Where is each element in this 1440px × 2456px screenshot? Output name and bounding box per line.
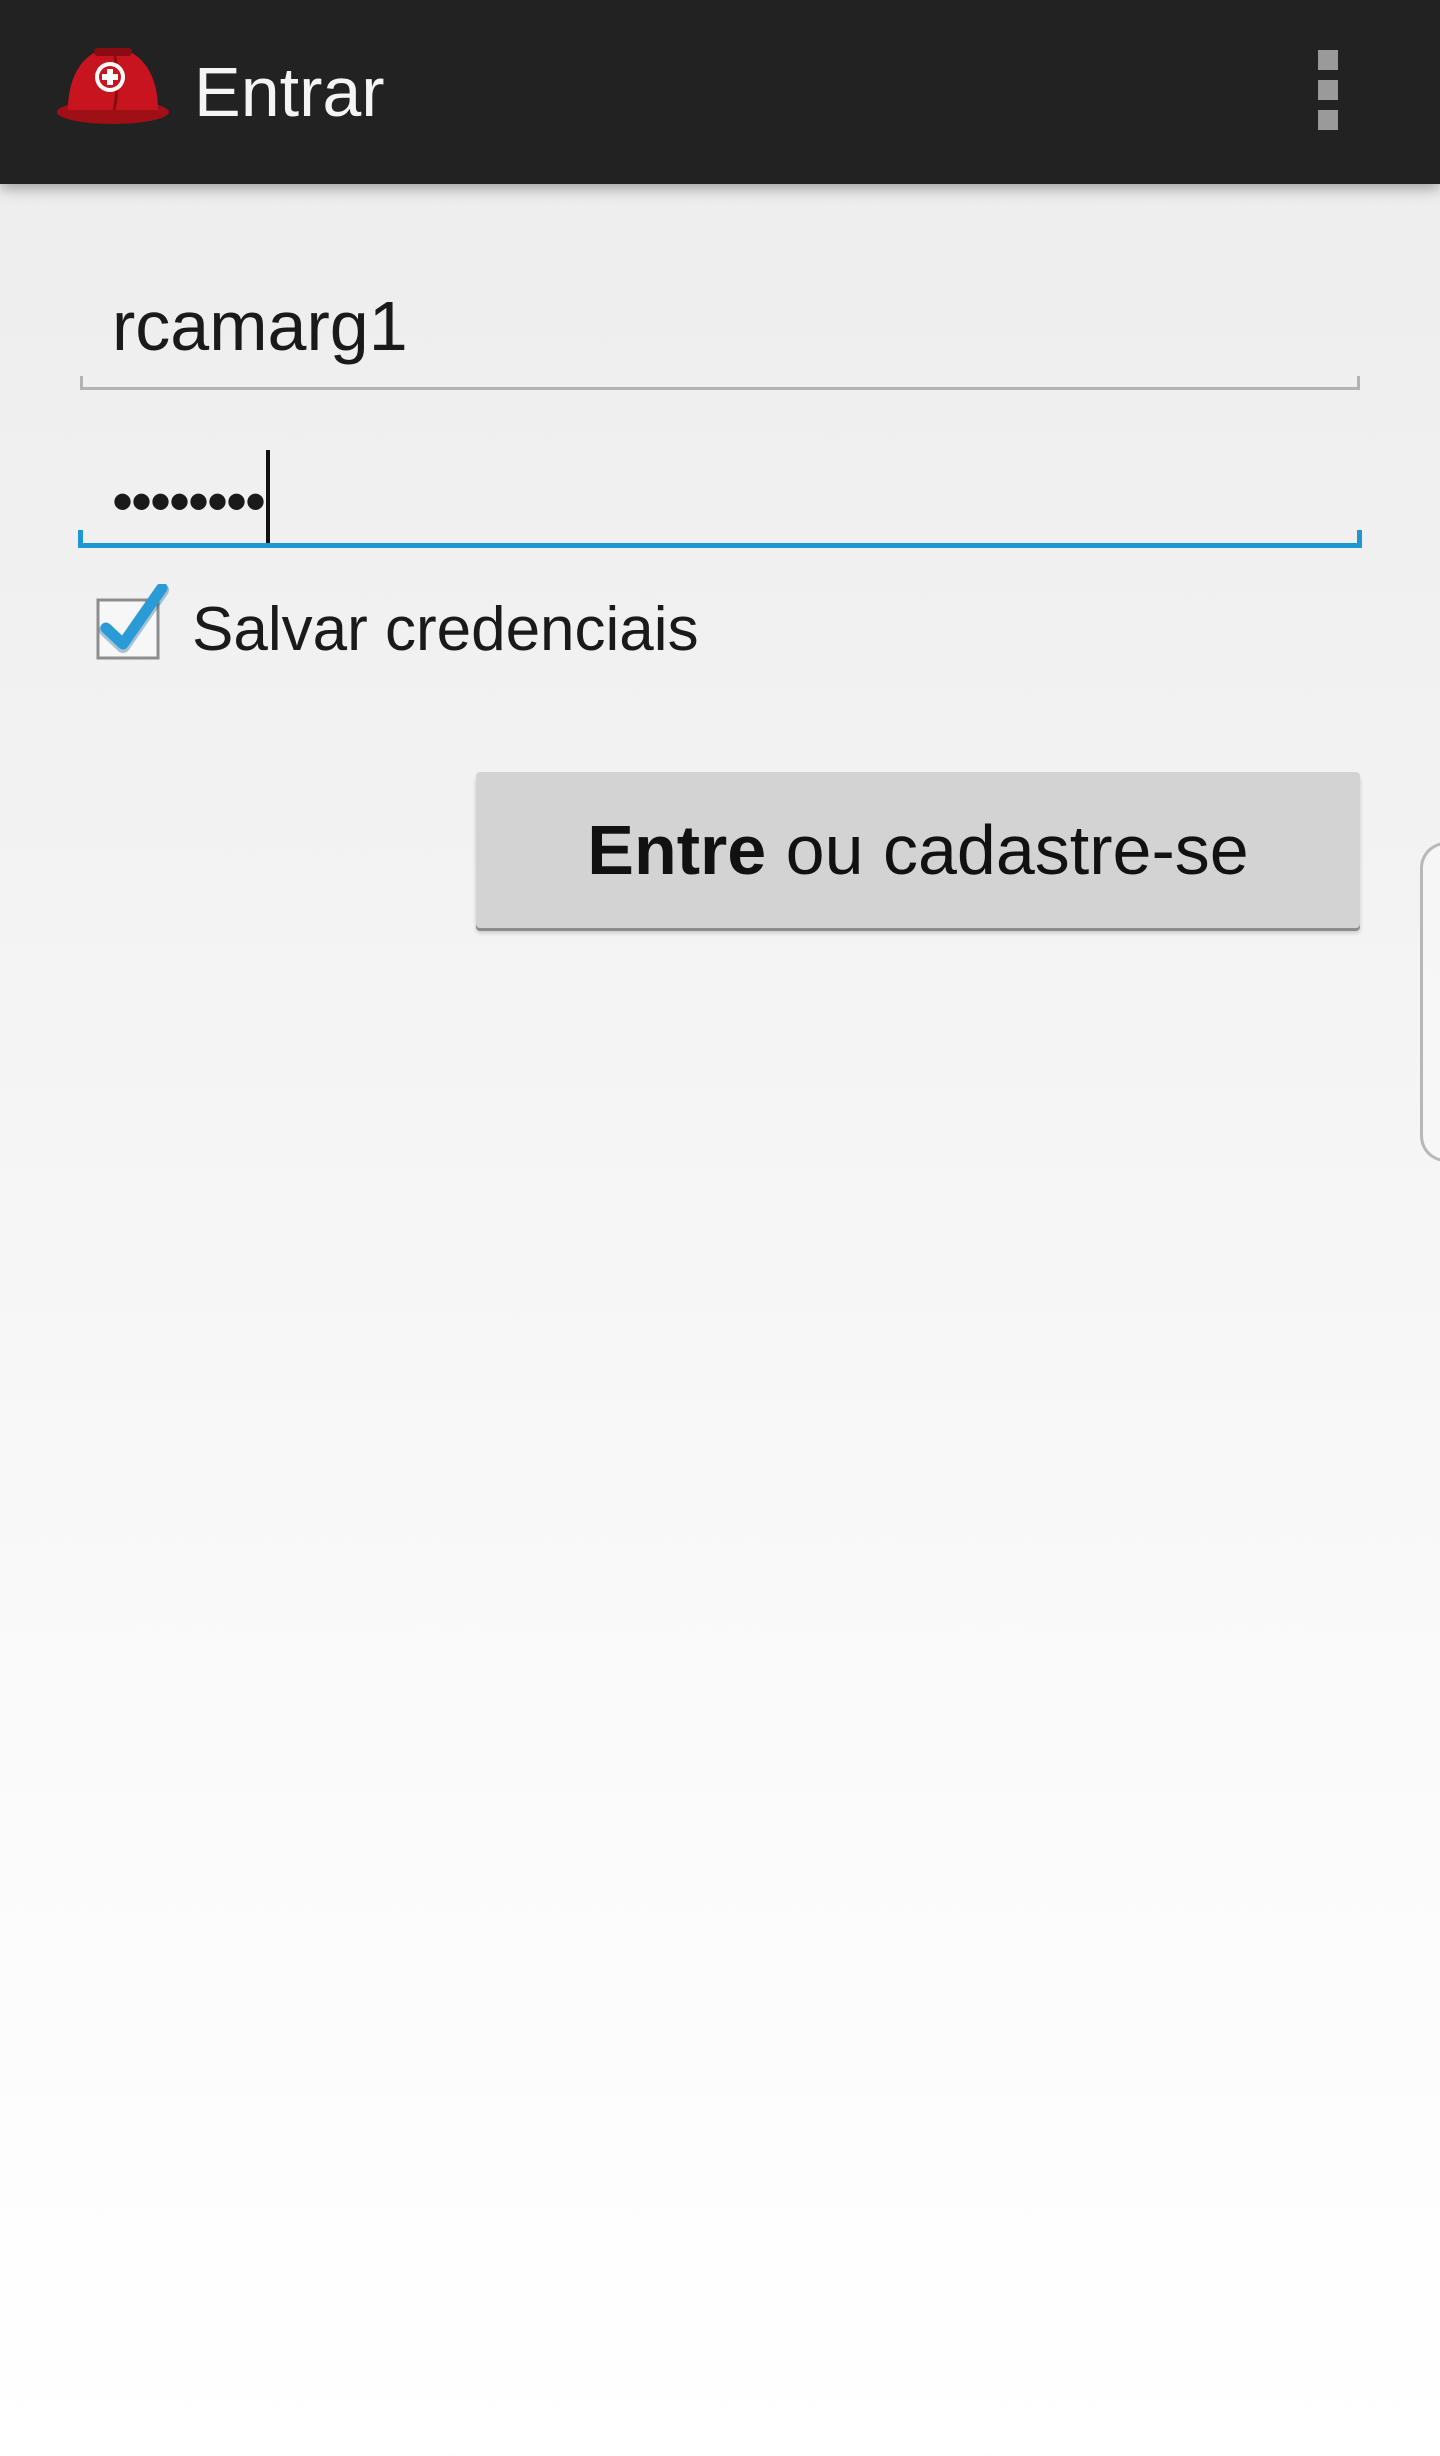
action-bar: Entrar — [0, 0, 1440, 184]
password-underline-focused — [78, 530, 1362, 548]
password-value: •••••••• — [112, 450, 271, 546]
firefighter-helmet-icon — [54, 44, 172, 128]
login-or-register-button[interactable]: Entre ou cadastre-se — [476, 772, 1360, 928]
edge-panel-handle[interactable] — [1420, 842, 1440, 1162]
username-underline — [80, 376, 1360, 390]
password-field[interactable]: •••••••• — [78, 420, 1362, 548]
overflow-menu-icon[interactable] — [1298, 40, 1358, 140]
page-title: Entrar — [194, 53, 385, 131]
login-button-label: ou cadastre-se — [766, 811, 1249, 889]
password-mask: •••••••• — [112, 468, 266, 535]
login-button-label-bold: Entre — [587, 811, 767, 889]
text-cursor — [266, 450, 271, 546]
username-field[interactable]: rcamarg1 — [80, 270, 1360, 390]
save-credentials-label: Salvar credenciais — [192, 595, 699, 664]
save-credentials-checkbox[interactable]: Salvar credenciais — [90, 580, 790, 680]
username-value: rcamarg1 — [112, 287, 408, 365]
checkbox-checked-icon[interactable] — [96, 584, 169, 660]
